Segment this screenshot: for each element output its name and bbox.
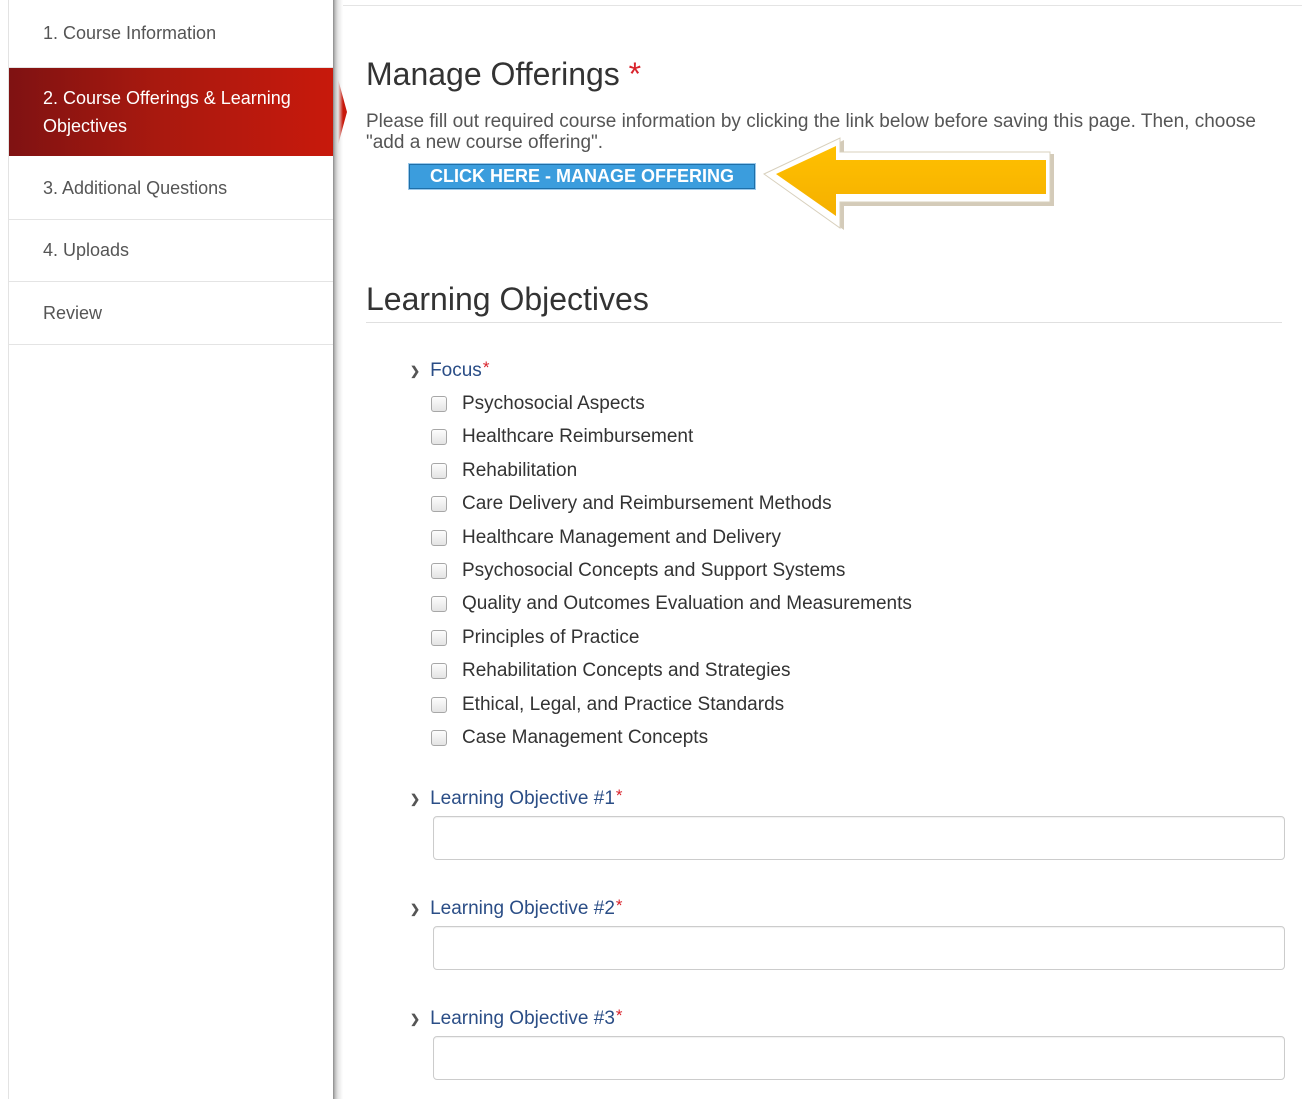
chevron-right-icon: ❯: [410, 902, 421, 916]
learning-objective-1-label[interactable]: ❯ Learning Objective #1 *: [410, 786, 623, 810]
sidebar-item-label: Review: [43, 302, 103, 323]
focus-checkbox[interactable]: [431, 530, 447, 546]
manage-offerings-title-text: Manage Offerings: [366, 56, 620, 92]
sidebar-item-uploads[interactable]: 4. Uploads: [9, 220, 335, 282]
focus-option: Quality and Outcomes Evaluation and Meas…: [431, 593, 912, 615]
pointer-arrow-icon: [763, 137, 1054, 230]
focus-option: Ethical, Legal, and Practice Standards: [431, 694, 784, 716]
focus-option-label: Quality and Outcomes Evaluation and Meas…: [462, 593, 912, 614]
focus-option-label: Psychosocial Aspects: [462, 393, 645, 414]
focus-option: Rehabilitation: [431, 460, 577, 482]
sidebar-item-course-information[interactable]: 1. Course Information: [9, 0, 335, 68]
focus-option-label: Rehabilitation Concepts and Strategies: [462, 660, 791, 681]
focus-option-label: Rehabilitation: [462, 460, 578, 481]
focus-option-label: Healthcare Management and Delivery: [462, 527, 781, 548]
focus-checkbox[interactable]: [431, 697, 447, 713]
focus-checkbox[interactable]: [431, 730, 447, 746]
focus-checkbox[interactable]: [431, 596, 447, 612]
focus-option-label: Ethical, Legal, and Practice Standards: [462, 694, 785, 715]
chevron-right-icon: ❯: [410, 792, 421, 806]
sidebar-item-additional-questions[interactable]: 3. Additional Questions: [9, 157, 335, 220]
focus-option-label: Care Delivery and Reimbursement Methods: [462, 493, 832, 514]
sidebar-item-label: 4. Uploads: [43, 240, 130, 260]
focus-label[interactable]: ❯ Focus *: [410, 358, 490, 382]
focus-option-label: Principles of Practice: [462, 627, 640, 648]
learning-objectives-title: Learning Objectives: [366, 281, 649, 317]
focus-checkbox[interactable]: [431, 396, 447, 412]
focus-checkbox[interactable]: [431, 463, 447, 479]
focus-option: Psychosocial Concepts and Support System…: [431, 560, 845, 582]
focus-option: Healthcare Reimbursement: [431, 426, 693, 448]
focus-option: Healthcare Management and Delivery: [431, 527, 781, 549]
learning-objective-label-text: Learning Objective #2: [430, 898, 615, 919]
learning-objective-1-input[interactable]: [433, 816, 1285, 860]
chevron-right-icon: ❯: [410, 1012, 421, 1026]
focus-checkbox[interactable]: [431, 630, 447, 646]
required-marker: *: [628, 56, 642, 92]
required-marker: *: [615, 896, 623, 915]
sidebar-item-label: 3. Additional Questions: [43, 177, 228, 198]
focus-checkbox[interactable]: [431, 563, 447, 579]
manage-offering-button[interactable]: CLICK HERE - MANAGE OFFERING: [409, 164, 755, 189]
sidebar-divider: [333, 0, 343, 1099]
manage-offerings-title: Manage Offerings *: [366, 56, 641, 93]
focus-option: Rehabilitation Concepts and Strategies: [431, 660, 790, 682]
focus-checkbox[interactable]: [431, 429, 447, 445]
focus-option-label: Case Management Concepts: [462, 727, 709, 748]
required-marker: *: [615, 786, 623, 805]
focus-option-label: Psychosocial Concepts and Support System…: [462, 560, 846, 581]
sidebar-item-review[interactable]: Review: [9, 282, 335, 345]
chevron-right-icon: ❯: [410, 364, 421, 378]
focus-option: Case Management Concepts: [431, 727, 708, 749]
focus-label-text: Focus: [430, 360, 482, 381]
focus-option: Principles of Practice: [431, 627, 639, 649]
section-divider: [366, 322, 1282, 323]
focus-option: Care Delivery and Reimbursement Methods: [431, 493, 832, 515]
focus-option-label: Healthcare Reimbursement: [462, 426, 694, 447]
sidebar-nav: 1. Course Information 2. Course Offering…: [8, 0, 347, 1099]
focus-checkbox[interactable]: [431, 496, 447, 512]
required-marker: *: [482, 358, 490, 377]
learning-objective-3-label[interactable]: ❯ Learning Objective #3 *: [410, 1006, 623, 1030]
learning-objective-label-text: Learning Objective #1: [430, 788, 615, 809]
learning-objective-3-input[interactable]: [433, 1036, 1285, 1080]
focus-option: Psychosocial Aspects: [431, 393, 645, 415]
learning-objective-2-label[interactable]: ❯ Learning Objective #2 *: [410, 896, 623, 920]
learning-objective-2-input[interactable]: [433, 926, 1285, 970]
sidebar-item-label: 2. Course Offerings & Learning Objective…: [43, 88, 291, 136]
top-divider: [343, 5, 1302, 6]
sidebar-item-course-offerings[interactable]: 2. Course Offerings & Learning Objective…: [9, 68, 347, 156]
sidebar-item-label: 1. Course Information: [43, 23, 217, 43]
required-marker: *: [615, 1006, 623, 1025]
learning-objective-label-text: Learning Objective #3: [430, 1008, 615, 1029]
focus-checkbox[interactable]: [431, 663, 447, 679]
